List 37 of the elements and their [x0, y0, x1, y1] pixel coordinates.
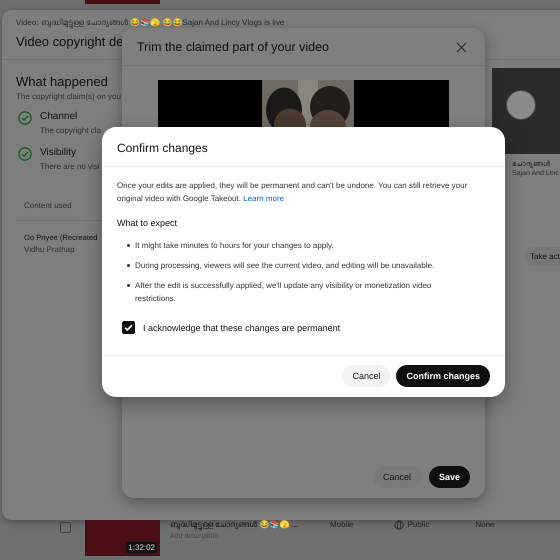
- bullet-icon: [127, 244, 130, 247]
- bullet-text: During processing, viewers will see the current video, and editing will be unavailable.: [135, 260, 434, 272]
- bullet-text: It might take minutes to hours for your changes to apply.: [135, 240, 334, 252]
- avatar: [506, 90, 536, 120]
- confirm-button[interactable]: Confirm changes: [396, 365, 490, 387]
- duration-badge: 1:32:02: [126, 542, 157, 553]
- take-action-button[interactable]: Take act: [524, 247, 560, 266]
- check-label: Channel: [40, 111, 78, 122]
- check-detail: The copyright cla: [40, 126, 101, 135]
- table-cell: Mobile: [330, 520, 354, 529]
- check-circle-icon: [18, 111, 32, 125]
- checkbox[interactable]: [60, 522, 71, 533]
- checkbox-label: I acknowledge that these changes are permanent: [143, 322, 340, 332]
- save-button[interactable]: Save: [428, 466, 470, 488]
- section-subtitle: The copyright claim(s) on you: [16, 92, 121, 101]
- table-cell: None: [475, 520, 494, 529]
- section-title: What happened: [16, 74, 108, 89]
- video-title: Video: ബുദ്ധിമുട്ടുള്ള ചോദ്യങ്ങൾ 😂📚🫣 😂😂Sajan And Lincy Vlogs is live: [16, 18, 284, 28]
- subheading: What to expect: [117, 218, 178, 228]
- learn-more-link[interactable]: Learn more: [243, 194, 284, 203]
- content-artist: Vidhu Prathap: [23, 245, 75, 254]
- close-icon[interactable]: [456, 42, 467, 52]
- panel-title: Video copyright de: [16, 34, 124, 49]
- cancel-button[interactable]: Cancel: [372, 466, 421, 488]
- table-cell: Public: [408, 520, 430, 529]
- globe-icon: [394, 520, 404, 530]
- bullet-icon: [127, 264, 130, 267]
- check-circle-icon: [18, 147, 32, 161]
- check-label: Visibility: [40, 147, 76, 158]
- dialog-title: Trim the claimed part of your video: [137, 40, 329, 54]
- check-detail: There are no visi: [40, 162, 100, 171]
- cancel-button[interactable]: Cancel: [342, 365, 390, 387]
- bullet-icon: [127, 284, 130, 287]
- dialog-title: Confirm changes: [102, 127, 505, 167]
- checkbox[interactable]: [122, 321, 135, 334]
- bullet-text: After the edit is successfully applied, we'll update any visibility or monetization video restrictions.: [135, 280, 432, 305]
- video-title: ബുദ്ധിമുട്ടുള്ള ചോദ്യങ്ങൾ 😂📚🫣 ...: [170, 520, 300, 530]
